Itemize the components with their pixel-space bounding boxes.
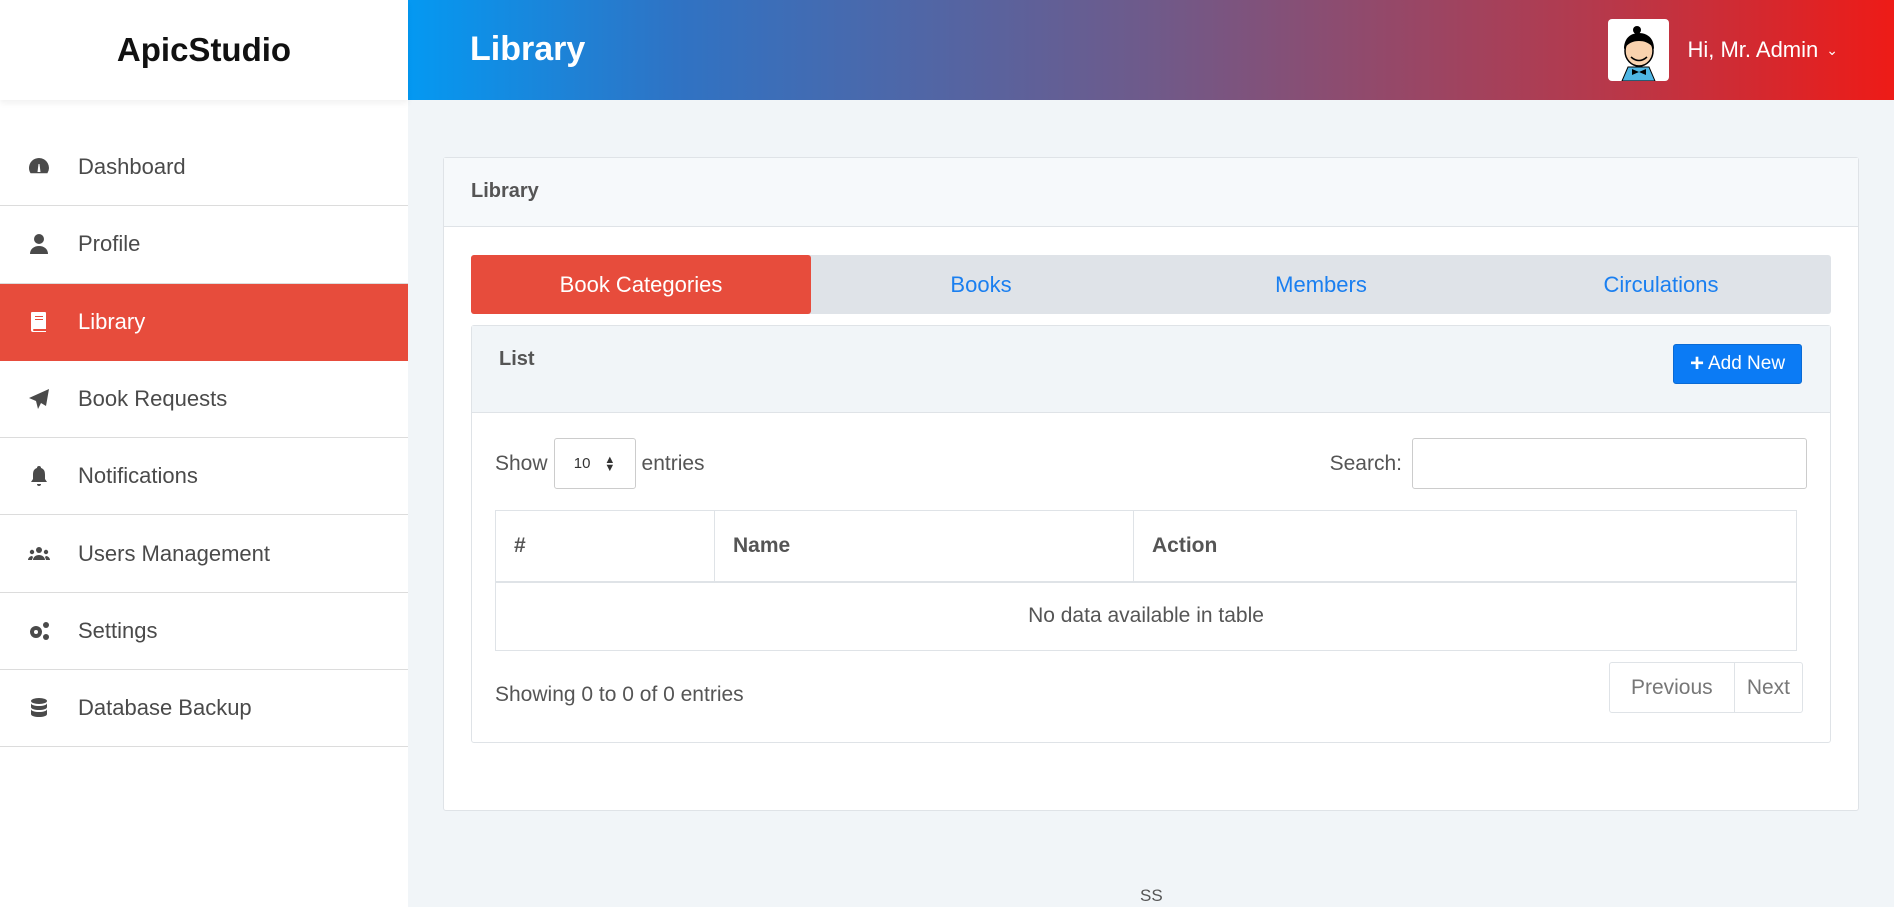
panel-header: List + Add New (472, 326, 1830, 413)
add-new-label: Add New (1707, 353, 1786, 374)
cogs-icon (26, 618, 52, 644)
entries-select[interactable]: 10 ▲ ▼ (553, 438, 636, 489)
users-icon (26, 541, 52, 567)
sidebar-item-profile[interactable]: Profile (0, 206, 408, 284)
database-icon (26, 695, 52, 721)
show-label: Show (495, 451, 548, 475)
empty-table-message: No data available in table (495, 581, 1797, 651)
list-panel: List + Add New Show 10 ▲ ▼ entries Search: … (471, 325, 1831, 743)
chevron-down-icon: ⌄ (1826, 41, 1838, 58)
tab-bar: Book Categories Books Members Circulatio… (471, 255, 1831, 314)
sidebar-item-notifications[interactable]: Notifications (0, 438, 408, 516)
panel-title: List (499, 348, 535, 370)
column-header-name[interactable]: Name (714, 510, 1134, 583)
sidebar: ApicStudio Dashboard Profile Library Boo… (0, 0, 408, 907)
sidebar-item-label: Library (78, 308, 146, 334)
sidebar-item-settings[interactable]: Settings (0, 593, 408, 671)
sort-updown-icon: ▲ ▼ (604, 453, 616, 474)
tab-members[interactable]: Members (1151, 255, 1491, 314)
previous-button[interactable]: Previous (1610, 663, 1735, 712)
table-info: Showing 0 to 0 of 0 entries (495, 683, 744, 706)
avatar (1608, 19, 1670, 81)
sidebar-item-label: Dashboard (78, 154, 186, 180)
table-search: Search: (1330, 438, 1807, 489)
tab-books[interactable]: Books (811, 255, 1151, 314)
column-header-action[interactable]: Action (1133, 510, 1797, 583)
footer-text: SS (1140, 886, 1163, 905)
entries-label: entries (641, 451, 705, 475)
sidebar-item-label: Settings (78, 617, 158, 643)
bell-icon (26, 463, 52, 489)
sidebar-item-label: Users Management (78, 540, 270, 566)
sidebar-item-library[interactable]: Library (0, 283, 408, 361)
search-input[interactable] (1412, 438, 1807, 489)
sidebar-item-dashboard[interactable]: Dashboard (0, 129, 408, 207)
sidebar-item-book-requests[interactable]: Book Requests (0, 361, 408, 439)
tab-circulations[interactable]: Circulations (1491, 255, 1831, 314)
next-button[interactable]: Next (1735, 663, 1802, 712)
add-new-button[interactable]: + Add New (1673, 344, 1802, 384)
user-menu[interactable]: Hi, Mr. Admin ⌄ (1608, 19, 1838, 81)
tab-book-categories[interactable]: Book Categories (471, 255, 811, 314)
sidebar-item-label: Profile (78, 231, 141, 257)
user-icon (26, 231, 52, 257)
top-header: Library Hi, Mr. Admin ⌄ (408, 0, 1894, 100)
column-header-number[interactable]: # (495, 510, 715, 583)
paper-plane-icon (26, 386, 52, 412)
book-icon (26, 309, 52, 335)
plus-icon: + (1689, 350, 1704, 377)
sidebar-item-users-management[interactable]: Users Management (0, 515, 408, 593)
entries-length: Show 10 ▲ ▼ entries (495, 438, 705, 489)
search-label: Search: (1329, 451, 1402, 475)
data-table: # Name Action No data available in table (495, 510, 1797, 651)
card-title: Library (444, 158, 1858, 227)
brand-logo[interactable]: ApicStudio (0, 0, 408, 100)
library-card: Library Book Categories Books Members Ci… (443, 157, 1859, 811)
dashboard-icon (26, 154, 52, 180)
sidebar-item-database-backup[interactable]: Database Backup (0, 670, 408, 748)
sidebar-nav: Dashboard Profile Library Book Requests … (0, 129, 408, 748)
sidebar-item-label: Database Backup (78, 695, 252, 721)
sidebar-item-label: Notifications (78, 463, 198, 489)
entries-value: 10 (573, 455, 591, 472)
table-row: No data available in table (495, 581, 1797, 651)
user-greeting: Hi, Mr. Admin (1687, 37, 1819, 62)
sidebar-item-label: Book Requests (78, 386, 228, 412)
page-title: Library (470, 30, 586, 68)
pagination: Previous Next (1608, 662, 1803, 713)
